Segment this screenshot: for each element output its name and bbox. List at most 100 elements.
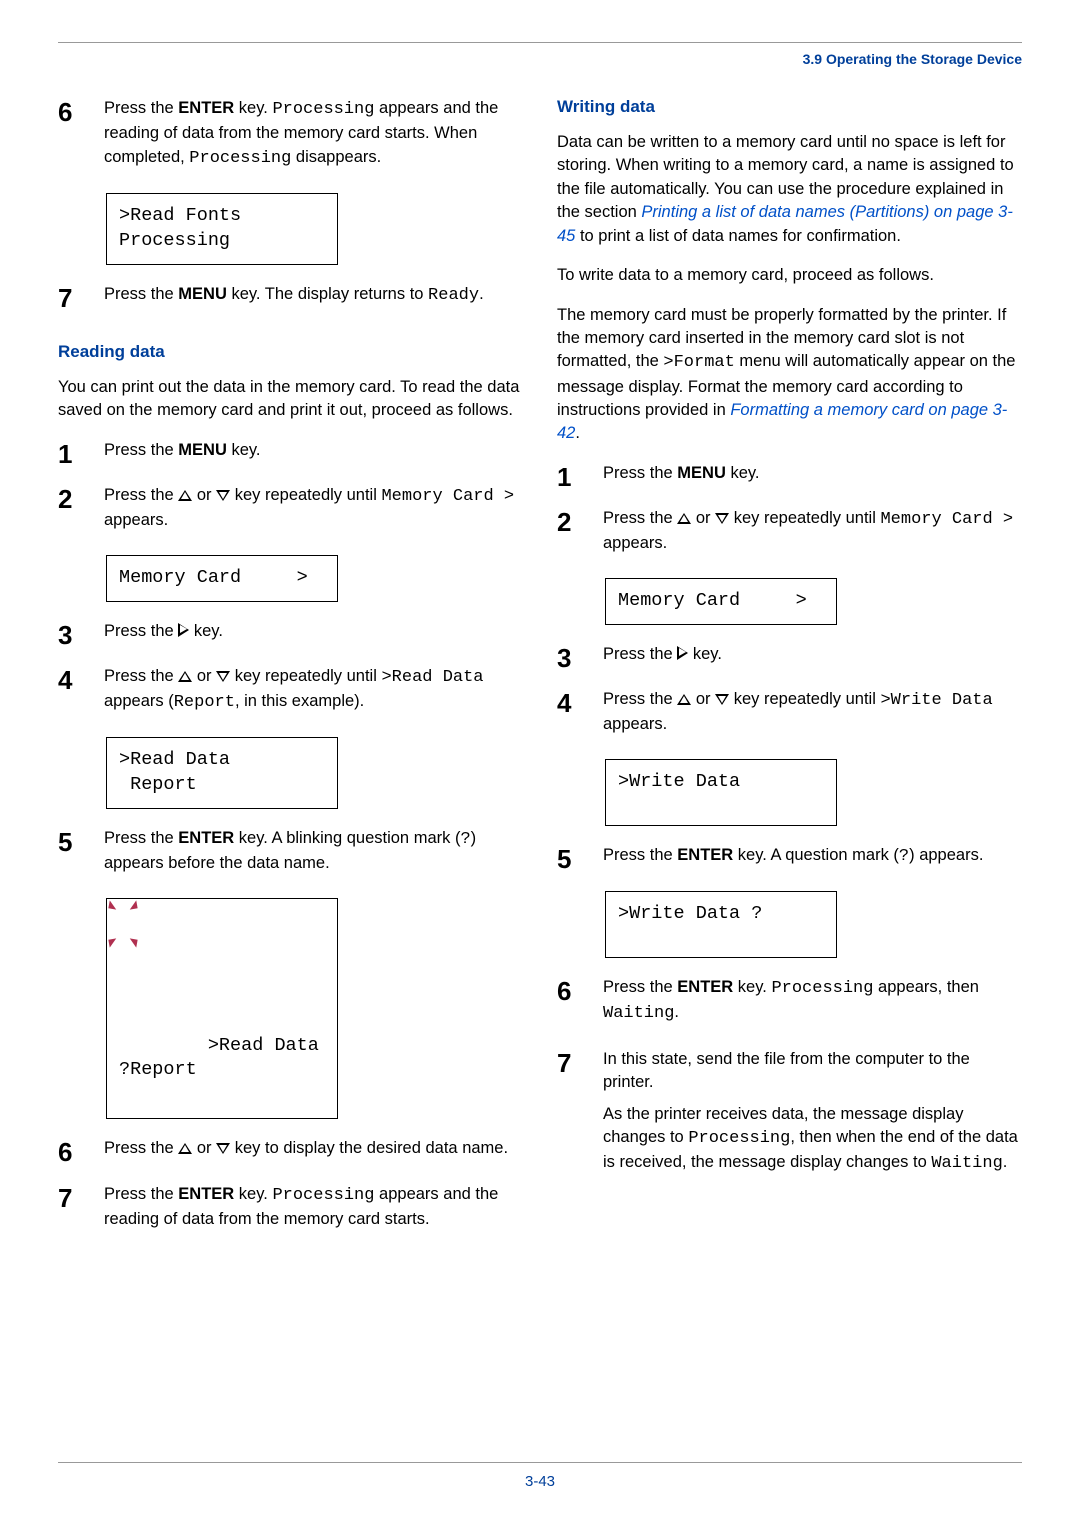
code: Report — [174, 693, 235, 712]
code: Waiting — [603, 1004, 674, 1023]
code: Processing — [688, 1129, 790, 1148]
page-number: 3-43 — [58, 1473, 1022, 1490]
step-number: 2 — [58, 484, 104, 512]
reading-intro: You can print out the data in the memory… — [58, 376, 523, 423]
down-arrow-icon — [715, 694, 729, 705]
writing-step-7: 7 In this state, send the file from the … — [557, 1048, 1022, 1185]
t: key. A blinking question mark ( — [234, 829, 460, 847]
step-text: Press the MENU key. — [104, 439, 523, 470]
writing-step-6: 6 Press the ENTER key. Processing appear… — [557, 976, 1022, 1034]
step-text: Press the or key repeatedly until >Write… — [603, 688, 1022, 745]
key: ENTER — [677, 978, 733, 996]
step-text: Press the MENU key. The display returns … — [104, 283, 523, 316]
t: appears. — [603, 534, 667, 552]
t: Press the — [603, 645, 677, 663]
lcd-display: >Write Data — [605, 759, 837, 826]
t: Press the — [104, 1139, 178, 1157]
step-number: 3 — [557, 643, 603, 671]
t: In this state, send the file from the co… — [603, 1048, 1022, 1095]
t: , in this example). — [235, 692, 364, 710]
t: appears. — [603, 715, 667, 733]
down-arrow-icon — [216, 671, 230, 682]
blink-indicator-icon — [128, 900, 137, 909]
step-number: 4 — [557, 688, 603, 716]
heading-writing-data: Writing data — [557, 97, 1022, 117]
step-text: Press the or key repeatedly until Memory… — [104, 484, 523, 541]
footer-rule — [58, 1462, 1022, 1463]
step-number: 7 — [58, 1183, 104, 1211]
code: Memory Card > — [880, 510, 1013, 529]
t: key repeatedly until — [230, 667, 381, 685]
lcd-display-blinking: >Read Data ?Report — [106, 898, 338, 1120]
t: Press the — [104, 622, 178, 640]
t: Press the — [104, 441, 178, 459]
t: key. — [227, 441, 261, 459]
t: . — [479, 285, 484, 303]
writing-step-4: 4 Press the or key repeatedly until >Wri… — [557, 688, 1022, 745]
writing-p2: To write data to a memory card, proceed … — [557, 264, 1022, 287]
t: Press the — [603, 690, 677, 708]
t: key repeatedly until — [729, 509, 880, 527]
code: ? — [460, 830, 470, 849]
key: ENTER — [677, 846, 733, 864]
step-number: 6 — [557, 976, 603, 1004]
t: key. — [189, 622, 223, 640]
step-number: 7 — [58, 283, 104, 311]
t: or — [192, 486, 216, 504]
t: appears ( — [104, 692, 174, 710]
step-text: Press the MENU key. — [603, 462, 1022, 493]
key: ENTER — [178, 829, 234, 847]
right-column: Writing data Data can be written to a me… — [557, 97, 1022, 1253]
step-number: 5 — [58, 827, 104, 855]
t: . — [575, 424, 580, 442]
t: key. — [234, 99, 272, 117]
t: . — [1003, 1153, 1008, 1171]
t: appears. — [104, 511, 168, 529]
code: >Format — [663, 353, 734, 372]
step-number: 6 — [58, 97, 104, 125]
down-arrow-icon — [715, 513, 729, 524]
t: Press the — [104, 285, 178, 303]
code: Processing — [189, 149, 291, 168]
t: Press the — [603, 509, 677, 527]
t: disappears. — [291, 148, 381, 166]
lcd-text: >Read Data ?Report — [119, 1035, 319, 1081]
t: or — [192, 667, 216, 685]
blink-indicator-icon — [108, 938, 117, 947]
code: Ready — [428, 286, 479, 305]
step-text: Press the key. — [603, 643, 1022, 674]
t: . — [674, 1003, 679, 1021]
step-text: Press the or key to display the desired … — [104, 1137, 523, 1168]
up-arrow-icon — [178, 671, 192, 682]
step-number: 1 — [557, 462, 603, 490]
code: >Write Data — [880, 691, 992, 710]
reading-step-5: 5 Press the ENTER key. A blinking questi… — [58, 827, 523, 884]
t: key repeatedly until — [729, 690, 880, 708]
reading-step-6: 6 Press the or key to display the desire… — [58, 1137, 523, 1168]
t: Press the — [104, 486, 178, 504]
step-number: 3 — [58, 620, 104, 648]
key: MENU — [178, 441, 227, 459]
down-arrow-icon — [216, 1143, 230, 1154]
step-text: Press the ENTER key. A blinking question… — [104, 827, 523, 884]
t: key. — [733, 978, 771, 996]
t: Press the — [104, 1185, 178, 1203]
step-7: 7 Press the MENU key. The display return… — [58, 283, 523, 316]
code: >Read Data — [381, 668, 483, 687]
lcd-display: >Write Data ? — [605, 891, 837, 958]
step-number: 6 — [58, 1137, 104, 1165]
step-number: 7 — [557, 1048, 603, 1076]
t: Press the — [603, 846, 677, 864]
step-number: 1 — [58, 439, 104, 467]
step-number: 2 — [557, 507, 603, 535]
step-text: Press the ENTER key. Processing appears,… — [603, 976, 1022, 1034]
blink-indicator-icon — [128, 938, 137, 947]
t: or — [192, 1139, 216, 1157]
t: or — [691, 509, 715, 527]
code: Processing — [771, 979, 873, 998]
step-text: Press the or key repeatedly until Memory… — [603, 507, 1022, 564]
key: MENU — [677, 464, 726, 482]
lcd-display: >Read Data Report — [106, 737, 338, 809]
t: key to display the desired data name. — [230, 1139, 508, 1157]
step-text: Press the key. — [104, 620, 523, 651]
